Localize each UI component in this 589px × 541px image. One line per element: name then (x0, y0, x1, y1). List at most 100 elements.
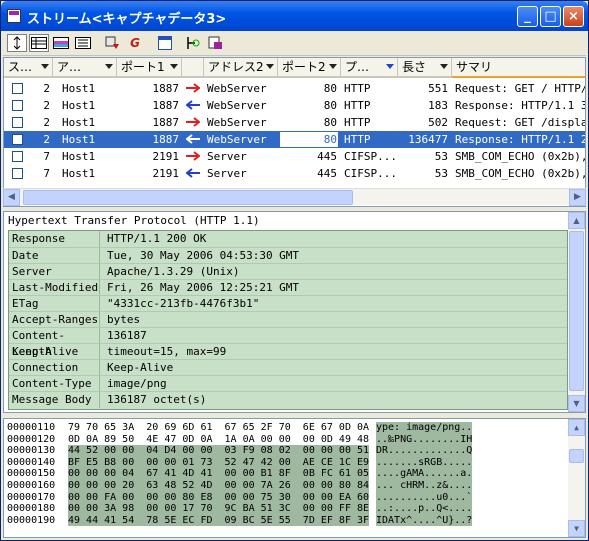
row-checkbox[interactable] (12, 100, 23, 111)
stream-number: 2 (43, 99, 50, 112)
protocol: CIFSP... (344, 150, 396, 163)
scroll-up-button[interactable]: ▲ (568, 212, 585, 229)
app-icon (7, 9, 21, 23)
hex-ascii: ..‰PNG........IH (376, 433, 473, 446)
scroll-thumb[interactable] (569, 231, 584, 391)
col-stream[interactable]: ス… (4, 58, 53, 78)
detail-row[interactable]: Message Body 136187 octet(s) (9, 391, 567, 408)
hex-bytes: 0D 0A 89 50 4E 47 0D 0A 1A 0A 00 00 00 0… (68, 433, 370, 445)
scroll-down-button[interactable]: ▼ (568, 395, 585, 412)
detail-row[interactable]: Last-Modified Fri, 26 May 2006 12:25:21 G… (9, 279, 567, 296)
col-summary[interactable]: サマリ (452, 58, 585, 78)
col-protocol[interactable]: プ… (341, 58, 398, 78)
hex-row[interactable]: 00000190 49 44 41 54 78 5E EC FD 09 BC 5E… (4, 514, 564, 527)
col-port1[interactable]: ポート1 (117, 58, 182, 78)
port1: 2191 (152, 167, 180, 180)
field-name: Message Body (12, 392, 100, 408)
hex-ascii: DR.............Q (376, 445, 473, 457)
table-icon[interactable] (29, 34, 49, 52)
table-row[interactable]: 7 Host1 2191 Server 445 CIFSP... 53 SMB_COM_ECH… (4, 165, 585, 182)
row-checkbox[interactable] (12, 83, 23, 94)
window-icon[interactable] (155, 34, 175, 52)
title-bar[interactable]: ストリーム<キャプチャデータ3> _ □ × (1, 1, 588, 31)
scroll-thumb[interactable] (23, 190, 353, 205)
hex-bytes: 00 00 00 04 67 41 4D 41 00 00 B1 8F 0B F… (68, 468, 370, 480)
field-value: Apache/1.3.29 (Unix) (107, 265, 240, 278)
list-icon[interactable] (73, 34, 93, 52)
address1: Host1 (62, 133, 96, 146)
decode-icon[interactable] (183, 34, 203, 52)
stream-list[interactable]: ス… ア… ポート1 アドレス2 ポート2 プ… 長さ サマリ 2 Host1 18… (3, 57, 586, 207)
hex-offset: 00000180 (7, 503, 56, 515)
detail-vscrollbar[interactable]: ▲ ▼ (568, 212, 585, 412)
detail-row[interactable]: Server Apache/1.3.29 (Unix) (9, 263, 567, 280)
maximize-button[interactable]: □ (540, 6, 561, 27)
detail-row[interactable]: Date Tue, 30 May 2006 04:53:30 GMT (9, 247, 567, 264)
detail-row[interactable]: Accept-Ranges bytes (9, 311, 567, 328)
col-port2[interactable]: ポート2 (278, 58, 341, 78)
scroll-right-button[interactable]: ▶ (569, 189, 586, 206)
hex-row[interactable]: 00000130 44 52 00 00 04 D4 00 00 03 F9 08… (4, 445, 564, 457)
hex-row[interactable]: 00000110 79 70 65 3A 20 69 6D 61 67 65 2F… (4, 422, 564, 434)
row-checkbox[interactable] (12, 151, 23, 162)
table-row[interactable]: 2 Host1 1887 WebServer 80 HTTP 136477 Response:… (4, 131, 585, 148)
detail-row[interactable]: Keep-Alive timeout=15, max=99 (9, 343, 567, 360)
row-checkbox[interactable] (12, 168, 23, 179)
scroll-down-button[interactable]: ▼ (568, 520, 585, 537)
table-row[interactable]: 2 Host1 1887 WebServer 80 HTTP 183 Response: HT… (4, 97, 585, 114)
table-row[interactable]: 7 Host1 2191 Server 445 CIFSP... 53 SMB_COM_ECH… (4, 148, 585, 165)
sort-icon[interactable] (7, 34, 27, 52)
field-name: Response (12, 231, 100, 247)
hex-row[interactable]: 00000180 00 00 3A 98 00 00 17 70 9C BA 51… (4, 503, 564, 515)
hex-row[interactable]: 00000120 0D 0A 89 50 4E 47 0D 0A 1A 0A 00… (4, 433, 564, 446)
detail-row[interactable]: Response HTTP/1.1 200 OK (9, 231, 567, 247)
protocol-detail-pane[interactable]: Hypertext Transfer Protocol (HTTP 1.1) R… (3, 211, 586, 413)
protocol: HTTP (344, 133, 371, 146)
col-address2[interactable]: アドレス2 (204, 58, 278, 78)
hex-ascii: ..........u0...` (376, 491, 473, 504)
col-address1[interactable]: ア… (53, 58, 117, 78)
hex-row[interactable]: 00000140 BF E5 B8 00 00 00 01 73 52 47 42… (4, 456, 564, 469)
detail-row[interactable]: Content-Length 136187 (9, 327, 567, 358)
hex-ascii: ..:....p..Q<.... (376, 503, 473, 515)
row-checkbox[interactable] (12, 117, 23, 128)
field-name: ETag (12, 296, 100, 312)
table-row[interactable]: 2 Host1 1887 WebServer 80 HTTP 502 Request: GET… (4, 114, 585, 131)
col-direction[interactable] (182, 58, 204, 78)
arrow-right-icon (186, 83, 200, 93)
minimize-button[interactable]: _ (517, 6, 538, 27)
detail-table: Response HTTP/1.1 200 OK Date Tue, 30 May 2… (8, 230, 568, 410)
hex-row[interactable]: 00000150 00 00 00 04 67 41 4D 41 00 00 B1… (4, 468, 564, 480)
field-name: Connection (12, 360, 100, 376)
hex-vscrollbar[interactable]: ▲ ▼ (568, 419, 585, 537)
window-title: ストリーム<キャプチャデータ3> (27, 12, 227, 27)
detail-row[interactable]: Content-Type image/png (9, 375, 567, 392)
hex-dump-pane[interactable]: 00000110 79 70 65 3A 20 69 6D 61 67 65 2F… (3, 418, 586, 538)
hex-row[interactable]: 00000160 00 00 00 20 63 48 52 4D 00 00 7A… (4, 480, 564, 492)
address1: Host1 (62, 116, 96, 129)
list-hscrollbar[interactable]: ◀ ▶ (3, 188, 586, 206)
address2: WebServer (207, 82, 267, 95)
scroll-thumb[interactable] (569, 449, 584, 463)
length: 551 (428, 82, 448, 95)
hex-bytes: 44 52 00 00 04 D4 00 00 03 F9 08 02 00 0… (68, 445, 370, 457)
scroll-up-button[interactable]: ▲ (568, 419, 585, 436)
goto-icon[interactable]: G (125, 34, 145, 52)
summary: Response: HTTP/1.1 200 (455, 133, 585, 146)
detail-row[interactable]: Connection Keep-Alive (9, 359, 567, 376)
export-icon[interactable] (103, 34, 123, 52)
col-length[interactable]: 長さ (398, 58, 452, 78)
color-table-icon[interactable] (51, 34, 71, 52)
port1: 1887 (152, 99, 180, 112)
field-name: Accept-Ranges (12, 312, 100, 328)
stream-number: 2 (43, 133, 50, 146)
detail-row[interactable]: ETag "4331cc-213fb-4476f3b1" (9, 295, 567, 312)
row-checkbox[interactable] (12, 134, 23, 145)
hex-ascii: ype: image/png.. (376, 422, 473, 434)
table-row[interactable]: 2 Host1 1887 WebServer 80 HTTP 551 Request: GET… (4, 80, 585, 97)
scroll-left-button[interactable]: ◀ (3, 189, 20, 206)
close-button[interactable]: × (563, 6, 584, 27)
save-icon[interactable] (205, 34, 225, 52)
address1: Host1 (62, 150, 96, 163)
hex-row[interactable]: 00000170 00 00 FA 00 00 00 80 E8 00 00 75… (4, 491, 564, 504)
